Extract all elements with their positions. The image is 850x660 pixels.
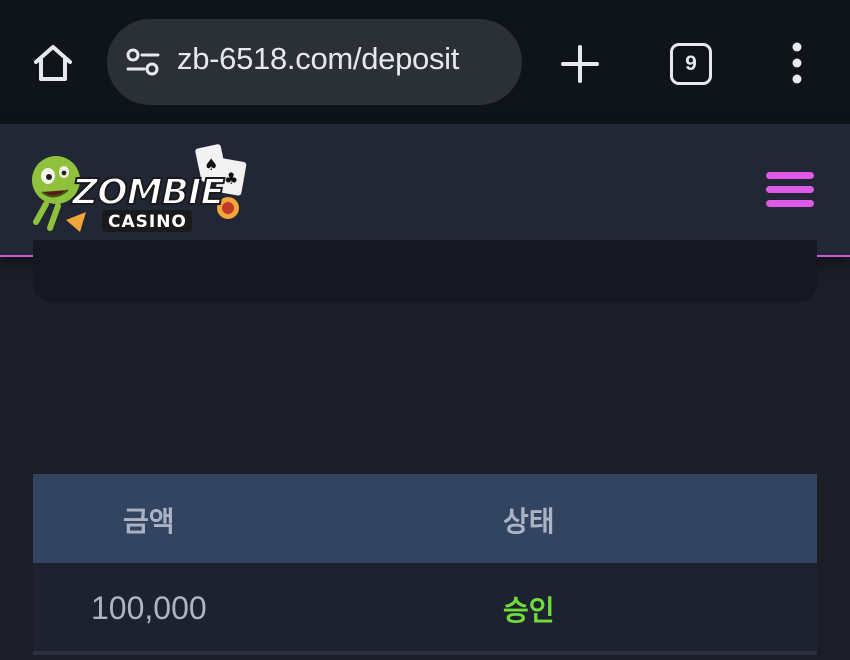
table-row: 100,000 승인 — [33, 563, 817, 655]
table-header: 금액 상태 — [33, 474, 817, 563]
more-vert-icon — [792, 42, 802, 84]
column-header-status: 상태 — [503, 505, 555, 538]
tab-switcher-button[interactable]: 9 — [670, 43, 712, 85]
hamburger-menu-button[interactable] — [766, 172, 814, 208]
status-badge: 승인 — [503, 594, 555, 627]
browser-toolbar: zb-6518.com/deposit 9 — [0, 0, 850, 124]
content-panel — [33, 240, 817, 302]
svg-text:♣: ♣ — [224, 169, 238, 188]
column-header-amount: 금액 — [123, 505, 175, 538]
plus-icon — [561, 45, 599, 83]
logo-text-sub: CASINO — [108, 212, 187, 232]
more-menu-button[interactable] — [782, 40, 812, 86]
cell-amount: 100,000 — [91, 590, 207, 626]
tab-count: 9 — [685, 52, 697, 75]
hamburger-menu-icon — [766, 172, 814, 179]
url-text[interactable]: zb-6518.com/deposit — [177, 41, 507, 77]
home-button[interactable] — [30, 40, 76, 86]
home-icon — [34, 45, 72, 81]
site-header: ♠ ♣ ZOMBIE CASINO — [0, 124, 850, 257]
zombie-casino-logo[interactable]: ♠ ♣ ZOMBIE CASINO — [28, 142, 260, 242]
address-bar[interactable]: zb-6518.com/deposit — [107, 19, 522, 105]
new-tab-button[interactable] — [558, 42, 602, 86]
site-settings-icon[interactable] — [125, 47, 161, 77]
logo-text-main: ZOMBIE — [71, 172, 225, 213]
